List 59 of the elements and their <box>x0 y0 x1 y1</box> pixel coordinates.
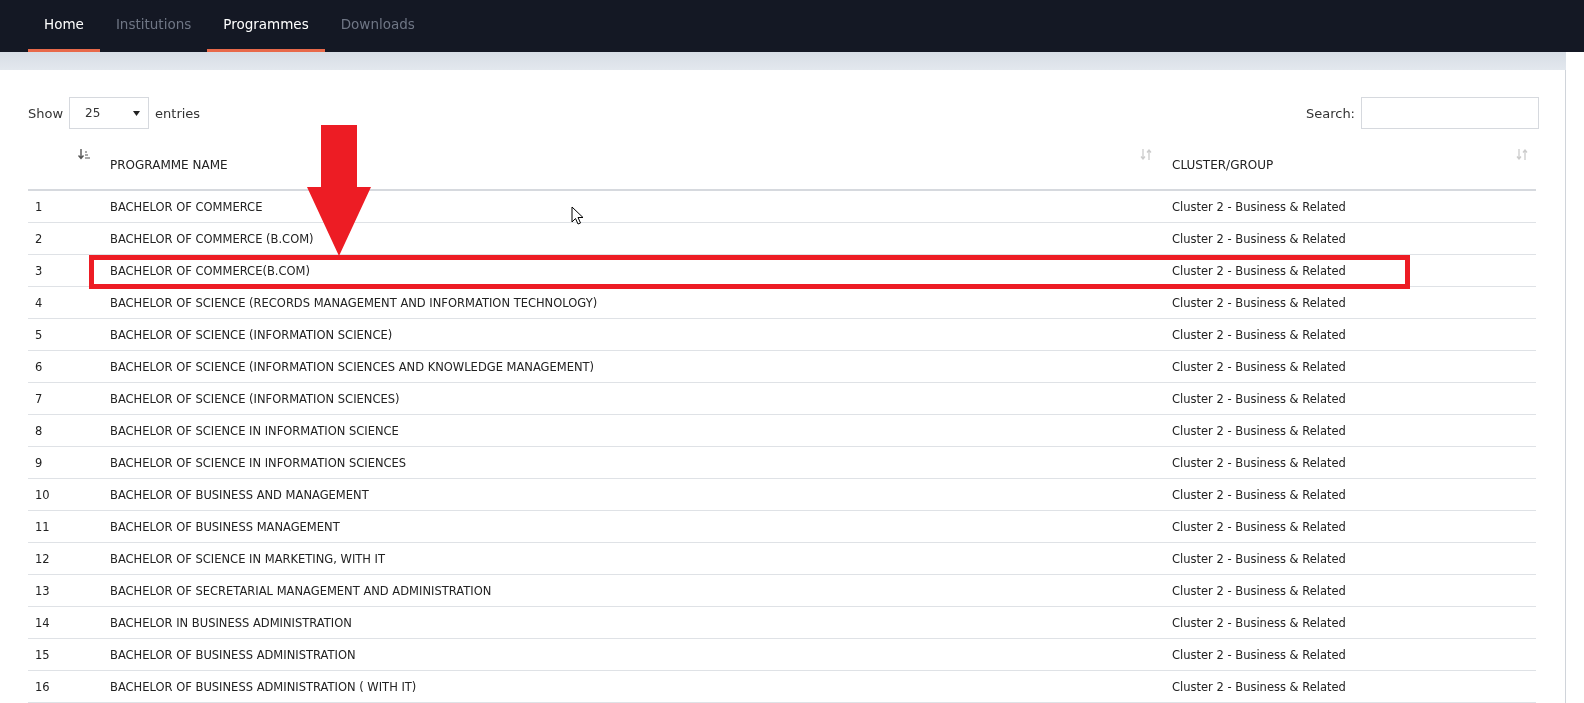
table-cell-text: BACHELOR OF SCIENCE (INFORMATION SCIENCES) <box>109 391 401 406</box>
table-cell-text: BACHELOR OF COMMERCE (B.COM) <box>109 231 315 246</box>
table-cell-text: BACHELOR OF COMMERCE(B.COM) <box>109 263 311 278</box>
table-cell-text: Cluster 2 - Business & Related <box>1171 615 1347 630</box>
table-cell-text: 2 <box>34 231 44 246</box>
table-cell-text: Cluster 2 - Business & Related <box>1171 359 1347 374</box>
table-cell-text: Cluster 2 - Business & Related <box>1171 423 1347 438</box>
table-cell-text: 11 <box>34 519 51 534</box>
table-cell-text: 8 <box>34 423 44 438</box>
entries-dropdown[interactable]: 25 <box>69 97 150 129</box>
table-cell-text: BACHELOR OF SCIENCE (INFORMATION SCIENCE) <box>109 327 394 342</box>
table-cell-text: 12 <box>34 551 51 566</box>
table-cell-text: BACHELOR OF SECRETARIAL MANAGEMENT AND ADMINISTRATION <box>109 583 493 598</box>
table-cell-text: BACHELOR OF SCIENCE (INFORMATION SCIENCES AND KNOWLEDGE MANAGEMENT) <box>109 359 596 374</box>
table-cell-text: 4 <box>34 295 44 310</box>
table-cell-text: BACHELOR OF SCIENCE IN INFORMATION SCIENCE <box>109 423 400 438</box>
column-header[interactable]: CLUSTER/GROUP <box>1160 139 1536 189</box>
table-cell-text: 1 <box>34 199 44 214</box>
table-cell-text: 6 <box>34 359 44 374</box>
table-cell-text: 16 <box>34 679 51 694</box>
entries-label: entries <box>155 105 201 121</box>
table-cell-text: Cluster 2 - Business & Related <box>1171 647 1347 662</box>
nav-tab[interactable]: Downloads <box>324 0 431 52</box>
table-cell-text: BACHELOR OF BUSINESS ADMINISTRATION ( WITH IT) <box>109 679 418 694</box>
table-cell-text: 15 <box>34 647 51 662</box>
search-label: Search: <box>1305 105 1355 121</box>
nav-tab[interactable]: Institutions <box>99 0 208 52</box>
table-cell-text: 9 <box>34 455 44 470</box>
table-cell-text: BACHELOR OF BUSINESS ADMINISTRATION <box>109 647 357 662</box>
show-label: Show <box>28 105 64 121</box>
table-cell-text: Cluster 2 - Business & Related <box>1171 551 1347 566</box>
table-cell-text: Cluster 2 - Business & Related <box>1171 327 1347 342</box>
table-cell-text: BACHELOR OF SCIENCE IN MARKETING, WITH IT <box>109 551 387 566</box>
column-header[interactable]: PROGRAMME NAME <box>98 139 1160 189</box>
table-cell-text: 3 <box>34 263 44 278</box>
table-cell-text: Cluster 2 - Business & Related <box>1171 519 1347 534</box>
table-cell-text: Cluster 2 - Business & Related <box>1171 391 1347 406</box>
table-cell-text: 7 <box>34 391 44 406</box>
table-cell-text: BACHELOR OF SCIENCE (RECORDS MANAGEMENT AND INFORMATION TECHNOLOGY) <box>109 295 599 310</box>
table-cell-text: Cluster 2 - Business & Related <box>1171 679 1347 694</box>
table-cell-text: BACHELOR OF BUSINESS MANAGEMENT <box>109 519 341 534</box>
table-cell-text: 10 <box>34 487 51 502</box>
table-cell-text: 14 <box>34 615 51 630</box>
table-cell-text: BACHELOR OF BUSINESS AND MANAGEMENT <box>109 487 370 502</box>
table-cell-text: Cluster 2 - Business & Related <box>1171 263 1347 278</box>
search-field[interactable] <box>1361 97 1539 129</box>
table-cell-text: Cluster 2 - Business & Related <box>1171 231 1347 246</box>
table-cell-text: 5 <box>34 327 44 342</box>
table-cell-text: BACHELOR OF SCIENCE IN INFORMATION SCIENCES <box>109 455 408 470</box>
table-cell-text: 13 <box>34 583 51 598</box>
table-cell-text: Cluster 2 - Business & Related <box>1171 583 1347 598</box>
table-cell-text: Cluster 2 - Business & Related <box>1171 295 1347 310</box>
mouse-pointer-icon <box>571 206 584 225</box>
caret-icon <box>133 110 141 116</box>
table-cell-text: BACHELOR IN BUSINESS ADMINISTRATION <box>109 615 353 630</box>
table-cell-text: Cluster 2 - Business & Related <box>1171 455 1347 470</box>
table-cell-text: BACHELOR OF COMMERCE <box>109 199 264 214</box>
table-cell-text: Cluster 2 - Business & Related <box>1171 487 1347 502</box>
table-cell-text: Cluster 2 - Business & Related <box>1171 199 1347 214</box>
